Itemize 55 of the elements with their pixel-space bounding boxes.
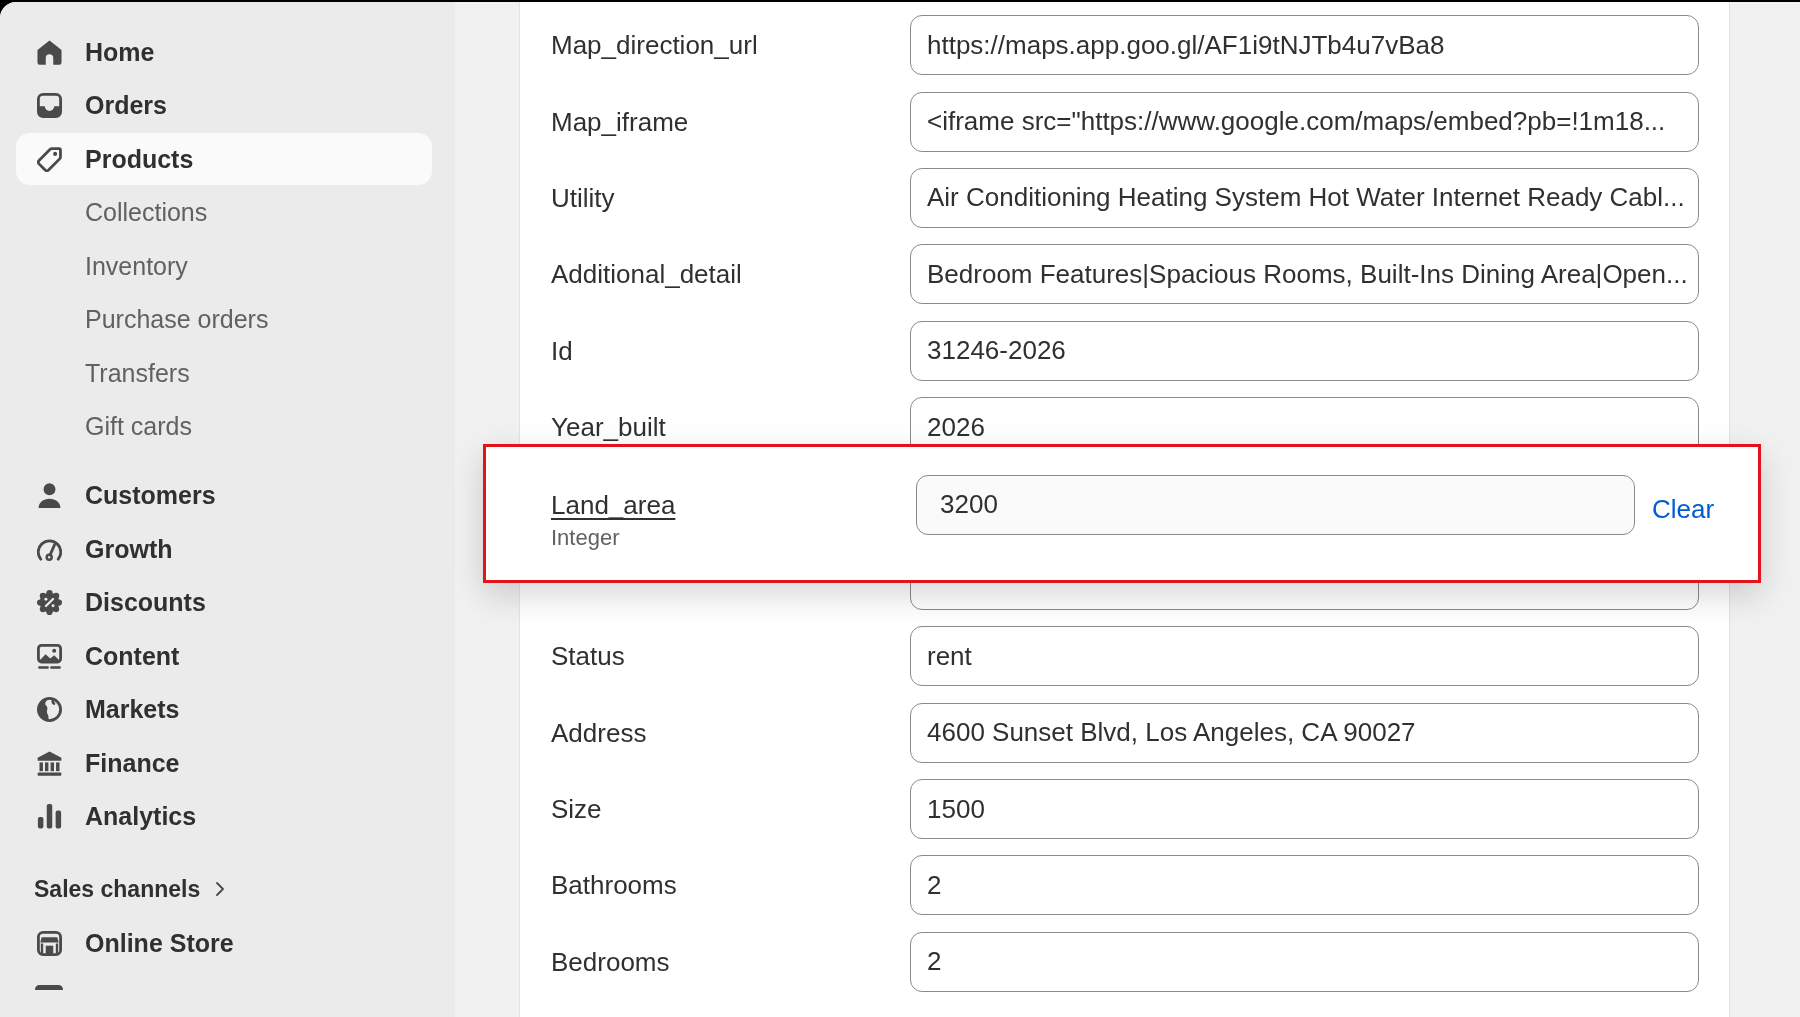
bank-icon [37,750,62,776]
percent-badge-icon [37,590,62,615]
field-label: Year_built [551,412,667,443]
field-label: Status [551,641,626,672]
inbox-icon [37,93,62,118]
sidebar-subitem[interactable]: Gift cards [16,400,432,453]
field-label: Land_area [551,489,676,520]
field-type: Integer [551,523,620,552]
text-field[interactable]: https://maps.app.goo.gl/AF1i9tNJTb4u7vBa8 [910,15,1699,76]
text-field[interactable]: <iframe src="https://www.google.com/maps/embed?pb=!1m18... [910,91,1699,152]
image-icon [37,643,62,669]
sidebar-item[interactable]: Analytics [16,790,432,843]
text-field[interactable]: Bedroom Features|Spacious Rooms, Built-Ins Dining Area|Open... [910,244,1699,305]
sidebar-subitem[interactable]: Transfers [16,347,432,399]
text-field[interactable]: 2 [910,931,1699,992]
chevron-right-icon [216,882,225,896]
sidebar-subitem[interactable]: Purchase orders [16,293,432,346]
sidebar-subitem[interactable]: Inventory [16,240,432,292]
sidebar-subitem[interactable]: Collections [16,186,432,239]
field-label: Additional_detail [551,259,743,290]
gauge-icon [37,536,62,562]
text-field[interactable]: rent [910,626,1699,687]
sidebar-item[interactable]: Home [16,26,432,78]
field-label: Bedrooms [551,946,671,977]
sidebar-item[interactable]: Finance [16,737,432,789]
sidebar-item[interactable]: Discounts [16,576,432,629]
text-field[interactable]: 31246-2026 [910,320,1699,381]
sales-channels-link[interactable]: Sales channels [16,869,225,909]
clear-link[interactable]: Clear [1652,493,1715,524]
sidebar-item[interactable]: Customers [16,469,432,522]
number-field[interactable]: 3200 [916,474,1635,535]
storefront-icon [37,930,62,956]
field-label: Id [551,335,574,366]
text-field[interactable]: 4600 Sunset Blvd, Los Angeles, CA 90027 [910,702,1699,763]
sidebar-item[interactable]: Products [16,133,432,185]
text-field[interactable]: 1500 [910,779,1699,840]
sidebar-item[interactable]: Markets [16,683,432,736]
field-label: Map_direction_url [551,30,759,61]
home-icon [37,39,62,65]
field-label: Map_iframe [551,106,690,137]
field-label: Bathrooms [551,870,678,901]
field-label: Address [551,717,648,748]
bar-chart-icon [37,804,62,829]
text-field[interactable]: Air Conditioning Heating System Hot Water Internet Ready Cabl... [910,167,1699,228]
globe-icon [37,697,62,722]
text-field[interactable]: 2 [910,855,1699,916]
person-icon [37,483,62,508]
sidebar-item[interactable]: Content [16,630,432,682]
cut-off-icon [35,984,63,990]
sidebar-item[interactable]: Online Store [16,917,432,969]
field-label: Size [551,794,603,825]
field-label: Utility [551,182,616,213]
sidebar-item[interactable]: Orders [16,79,432,132]
tag-icon [37,146,62,172]
sidebar-item[interactable]: Growth [16,523,432,575]
